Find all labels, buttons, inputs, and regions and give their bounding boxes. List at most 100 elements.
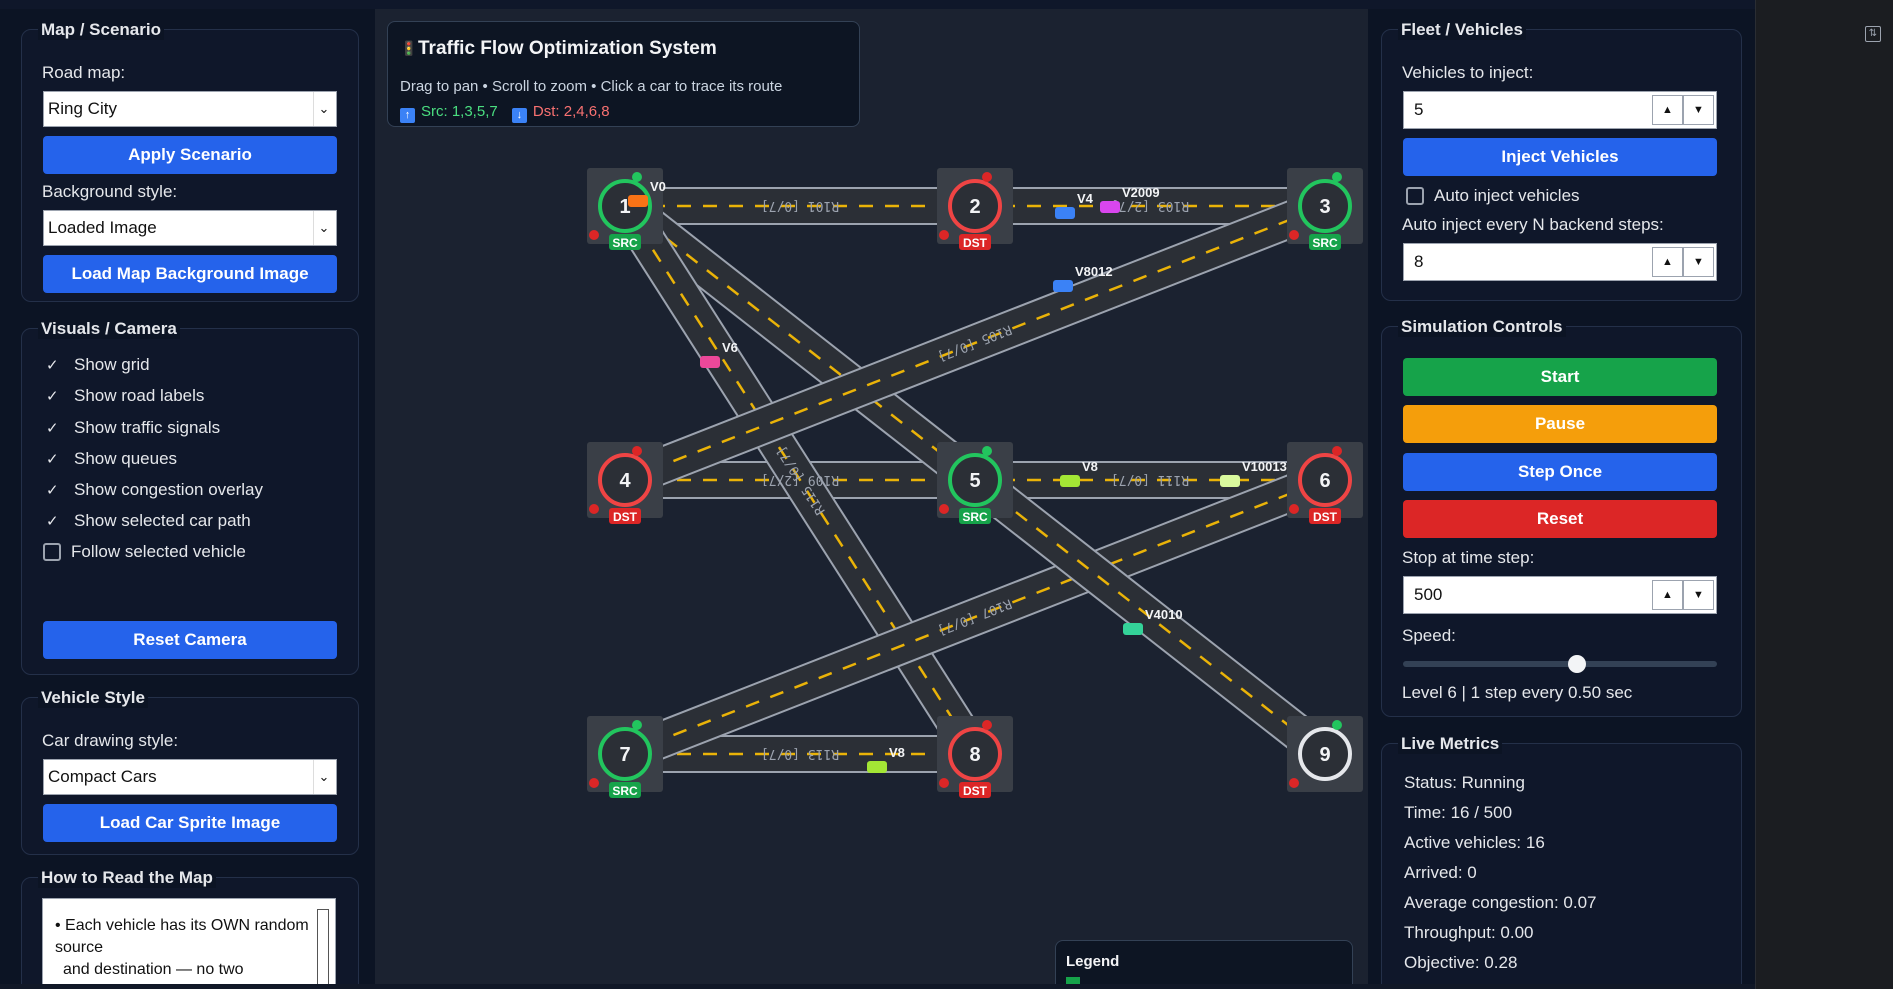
visual-option-row[interactable]: ✓ Show selected car path [46,511,251,531]
panel-title: Fleet / Vehicles [1398,20,1526,40]
visual-option-row[interactable]: Follow selected vehicle [43,542,246,562]
auto-every-input[interactable]: 8 ▲ ▼ [1403,243,1717,281]
background-style-value: Loaded Image [48,218,157,237]
right-sidebar: Fleet / Vehicles Vehicles to inject: 5 ▲… [1368,9,1755,989]
unchecked-box[interactable] [43,543,61,561]
road-map-select[interactable]: Ring City ⌄ [43,91,337,127]
vehicle-car[interactable] [628,195,648,207]
collapse-icon[interactable]: ⇅ [1865,26,1881,42]
checkmark-icon[interactable]: ✓ [46,387,62,405]
node-number: 6 [1319,470,1330,492]
textarea-scrollbar[interactable] [317,909,329,989]
vehicle-car[interactable] [1123,623,1143,635]
decrement-icon[interactable]: ▼ [1683,580,1714,610]
step-once-button[interactable]: Step Once [1403,453,1717,491]
metric-line: Status: Running [1404,773,1525,792]
visual-option-row[interactable]: ✓ Show road labels [46,386,204,406]
vehicle-label: V6 [722,340,738,355]
car-style-select[interactable]: Compact Cars ⌄ [43,759,337,795]
visual-option-row[interactable]: ✓ Show traffic signals [46,418,220,438]
auto-inject-checkbox-row[interactable]: Auto inject vehicles [1406,186,1580,206]
increment-icon[interactable]: ▲ [1652,247,1683,277]
map-title: Traffic Flow Optimization System [418,38,717,59]
traffic-signal-light [1332,720,1342,730]
vehicle-label: V8012 [1075,264,1113,279]
increment-icon[interactable]: ▲ [1652,580,1683,610]
auto-inject-label: Auto inject vehicles [1434,186,1580,205]
decrement-icon[interactable]: ▼ [1683,95,1714,125]
traffic-signal-light [1289,230,1299,240]
speed-slider-thumb[interactable] [1568,655,1587,673]
checkmark-icon[interactable]: ✓ [46,450,62,468]
traffic-signal-light [589,504,599,514]
checkmark-icon[interactable]: ✓ [46,512,62,530]
traffic-signal-light [589,778,599,788]
src-label: Src: 1,3,5,7 [421,103,498,120]
road-label: R111 [0/7] [1111,472,1189,487]
checkmark-icon[interactable]: ✓ [46,419,62,437]
inject-count-stepper[interactable]: ▲ ▼ [1652,95,1714,125]
inject-vehicles-button[interactable]: Inject Vehicles [1403,138,1717,176]
stop-step-stepper[interactable]: ▲ ▼ [1652,580,1714,610]
node-tag-text: SRC [1312,236,1338,250]
inject-count-value: 5 [1414,100,1424,119]
vehicle-label: V10013 [1242,459,1287,474]
fleet-panel: Fleet / Vehicles Vehicles to inject: 5 ▲… [1381,20,1742,301]
road-label: R101 [0/7] [761,198,839,213]
traffic-signal-light [632,720,642,730]
speed-slider-track[interactable] [1403,661,1717,667]
traffic-signal-light [982,720,992,730]
node-number: 3 [1319,196,1330,218]
auto-inject-checkbox[interactable] [1406,187,1424,205]
reset-button[interactable]: Reset [1403,500,1717,538]
node-tag-text: SRC [612,784,638,798]
panel-title: Map / Scenario [38,20,164,40]
node-number: 8 [969,744,980,766]
vehicle-car[interactable] [1053,280,1073,292]
increment-icon[interactable]: ▲ [1652,95,1683,125]
visual-option-label: Follow selected vehicle [71,542,246,561]
traffic-signal-light [939,230,949,240]
vehicle-car[interactable] [867,761,887,773]
reset-camera-button[interactable]: Reset Camera [43,621,337,659]
visual-option-row[interactable]: ✓ Show grid [46,355,150,375]
vehicle-car[interactable] [1100,201,1120,213]
vehicle-car[interactable] [1055,207,1075,219]
vehicle-label: V8 [889,745,905,760]
stop-step-value: 500 [1414,585,1443,604]
load-map-background-button[interactable]: Load Map Background Image [43,255,337,293]
checkmark-icon[interactable]: ✓ [46,356,62,374]
vehicle-car[interactable] [1060,475,1080,487]
pause-button[interactable]: Pause [1403,405,1717,443]
visual-option-row[interactable]: ✓ Show queues [46,449,177,469]
visual-option-label: Show road labels [74,386,205,405]
panel-title: Live Metrics [1398,734,1503,754]
road-label: R109 [2/7] [761,472,839,487]
start-button[interactable]: Start [1403,358,1717,396]
checkmark-icon[interactable]: ✓ [46,481,62,499]
node-tag-text: DST [963,784,988,798]
node-tag-text: SRC [962,510,988,524]
node-number: 9 [1319,744,1330,766]
map-canvas[interactable]: R101 [0/7] R103 [2/7] R115 [0/7] R105 [0/7]… [375,9,1368,989]
visual-option-label: Show queues [74,449,178,468]
vehicle-label: V4010 [1145,607,1183,622]
decrement-icon[interactable]: ▼ [1683,247,1714,277]
bottom-border [0,984,1755,989]
node-number: 2 [969,196,980,218]
road-network[interactable]: R101 [0/7] R103 [2/7]R115 [0/7]R105 [0/7]… [375,9,1368,989]
stop-step-input[interactable]: 500 ▲ ▼ [1403,576,1717,614]
background-style-select[interactable]: Loaded Image ⌄ [43,210,337,246]
vehicle-label: V8 [1082,459,1098,474]
inject-count-input[interactable]: 5 ▲ ▼ [1403,91,1717,129]
vehicle-car[interactable] [1220,475,1240,487]
how-to-read-textarea[interactable]: • Each vehicle has its OWN random source… [42,898,336,989]
load-car-sprite-button[interactable]: Load Car Sprite Image [43,804,337,842]
vehicle-car[interactable] [700,356,720,368]
visual-option-row[interactable]: ✓ Show congestion overlay [46,480,263,500]
auto-every-stepper[interactable]: ▲ ▼ [1652,247,1714,277]
node-number: 5 [969,470,980,492]
metric-line: Time: 16 / 500 [1404,803,1513,822]
visual-option-label: Show congestion overlay [74,480,264,499]
apply-scenario-button[interactable]: Apply Scenario [43,136,337,174]
